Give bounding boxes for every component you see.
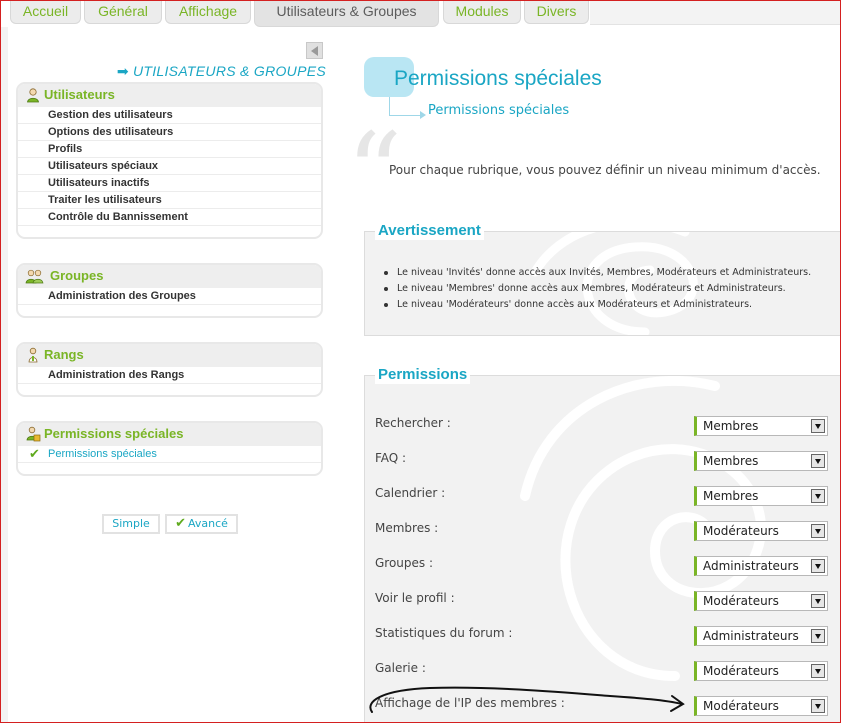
left-rail	[0, 27, 8, 723]
collapse-sidebar-button[interactable]	[306, 42, 323, 59]
menu-head-permissions-speciales: Permissions spéciales	[18, 423, 321, 446]
select-groupes[interactable]: Administrateurs	[694, 556, 828, 576]
menu-head-utilisateurs: Utilisateurs	[18, 84, 321, 107]
top-tab-bar: Accueil Général Affichage Utilisateurs &…	[0, 0, 841, 27]
sidebar-item-gestion-utilisateurs[interactable]: Gestion des utilisateurs	[18, 107, 321, 124]
menu-title-rangs: Rangs	[44, 347, 84, 362]
select-affichage-ip[interactable]: Modérateurs	[694, 696, 828, 716]
chevron-down-icon[interactable]	[811, 419, 825, 433]
chevron-down-icon[interactable]	[811, 524, 825, 538]
tab-affichage[interactable]: Affichage	[165, 0, 251, 24]
select-value: Modérateurs	[703, 524, 779, 538]
select-rechercher[interactable]: Membres	[694, 416, 828, 436]
chevron-down-icon[interactable]	[811, 629, 825, 643]
chevron-down-icon[interactable]	[811, 699, 825, 713]
select-galerie[interactable]: Modérateurs	[694, 661, 828, 681]
sidebar-item-label: Permissions spéciales	[48, 448, 157, 460]
select-value: Modérateurs	[703, 699, 779, 713]
menu-title-utilisateurs: Utilisateurs	[44, 87, 115, 102]
select-statistiques[interactable]: Administrateurs	[694, 626, 828, 646]
perm-label-membres: Membres :	[375, 521, 439, 535]
select-calendrier[interactable]: Membres	[694, 486, 828, 506]
tab-accueil[interactable]: Accueil	[10, 0, 81, 24]
tab-modules[interactable]: Modules	[443, 0, 521, 24]
simple-mode-button[interactable]: Simple	[102, 514, 160, 534]
menu-title-permissions-speciales: Permissions spéciales	[44, 426, 184, 441]
select-value: Membres	[703, 454, 759, 468]
select-value: Modérateurs	[703, 594, 779, 608]
warning-legend: Avertissement	[375, 222, 484, 240]
menu-box-rangs: Rangs Administration des Rangs	[16, 342, 323, 397]
sidebar-item-administration-groupes[interactable]: Administration des Groupes	[18, 288, 321, 305]
page-subtitle: Permissions spéciales	[428, 103, 570, 118]
select-value: Administrateurs	[703, 559, 799, 573]
select-voir-profil[interactable]: Modérateurs	[694, 591, 828, 611]
select-value: Administrateurs	[703, 629, 799, 643]
sidebar-item-utilisateurs-inactifs[interactable]: Utilisateurs inactifs	[18, 175, 321, 192]
chevron-down-icon[interactable]	[811, 559, 825, 573]
list-item: Le niveau 'Invités' donne accès aux Invi…	[384, 265, 811, 281]
sidebar-item-options-utilisateurs[interactable]: Options des utilisateurs	[18, 124, 321, 141]
group-icon	[25, 269, 44, 284]
perm-label-groupes: Groupes :	[375, 556, 434, 570]
tab-utilisateurs-groupes[interactable]: Utilisateurs & Groupes	[254, 0, 439, 27]
sidebar-item-controle-bannissement[interactable]: Contrôle du Bannissement	[18, 209, 321, 226]
rank-icon	[28, 347, 38, 363]
perm-label-calendrier: Calendrier :	[375, 486, 446, 500]
advanced-mode-label: Avancé	[187, 517, 228, 530]
tab-bar-filler	[590, 0, 841, 25]
menu-box-utilisateurs: Utilisateurs Gestion des utilisateurs Op…	[16, 82, 323, 239]
list-item: Le niveau 'Membres' donne accès aux Memb…	[384, 281, 811, 297]
sidebar-item-administration-rangs[interactable]: Administration des Rangs	[18, 367, 321, 384]
perm-label-galerie: Galerie :	[375, 661, 426, 675]
select-value: Membres	[703, 489, 759, 503]
tab-general[interactable]: Général	[84, 0, 162, 24]
chevron-down-icon[interactable]	[811, 489, 825, 503]
perm-label-statistiques: Statistiques du forum :	[375, 626, 513, 640]
select-value: Modérateurs	[703, 664, 779, 678]
arrow-right-icon: ➡	[116, 63, 129, 79]
chevron-down-icon[interactable]	[811, 454, 825, 468]
select-value: Membres	[703, 419, 759, 433]
chevron-down-icon[interactable]	[811, 594, 825, 608]
intro-text: Pour chaque rubrique, vous pouvez défini…	[389, 163, 821, 177]
sidebar-item-permissions-speciales[interactable]: ✔ Permissions spéciales	[18, 446, 321, 463]
menu-box-groupes: Groupes Administration des Groupes	[16, 263, 323, 318]
menu-head-rangs: Rangs	[18, 344, 321, 367]
perm-label-affichage-ip: Affichage de l'IP des membres :	[375, 696, 565, 710]
sidebar-item-profils[interactable]: Profils	[18, 141, 321, 158]
checkmark-icon: ✔	[175, 516, 186, 531]
select-faq[interactable]: Membres	[694, 451, 828, 471]
page-title: Permissions spéciales	[394, 67, 602, 90]
sidebar-item-traiter-utilisateurs[interactable]: Traiter les utilisateurs	[18, 192, 321, 209]
perm-label-voir-profil: Voir le profil :	[375, 591, 455, 605]
list-item: Le niveau 'Modérateurs' donne accès aux …	[384, 297, 811, 313]
sidebar-heading-text: UTILISATEURS & GROUPES	[132, 63, 326, 79]
sidebar-section-heading: ➡ UTILISATEURS & GROUPES	[110, 63, 326, 80]
warning-list: Le niveau 'Invités' donne accès aux Invi…	[384, 265, 811, 313]
menu-title-groupes: Groupes	[50, 268, 104, 283]
lock-user-icon	[26, 426, 41, 442]
chevron-down-icon[interactable]	[811, 664, 825, 678]
sidebar-item-utilisateurs-speciaux[interactable]: Utilisateurs spéciaux	[18, 158, 321, 175]
menu-box-permissions-speciales: Permissions spéciales ✔ Permissions spéc…	[16, 421, 323, 476]
tab-divers[interactable]: Divers	[524, 0, 589, 24]
user-icon	[27, 88, 39, 103]
permissions-legend: Permissions	[375, 366, 471, 384]
perm-label-rechercher: Rechercher :	[375, 416, 451, 430]
perm-label-faq: FAQ :	[375, 451, 407, 465]
menu-head-groupes: Groupes	[18, 265, 321, 288]
checkmark-icon: ✔	[29, 446, 40, 461]
advanced-mode-button[interactable]: ✔ Avancé	[165, 514, 238, 534]
select-membres[interactable]: Modérateurs	[694, 521, 828, 541]
